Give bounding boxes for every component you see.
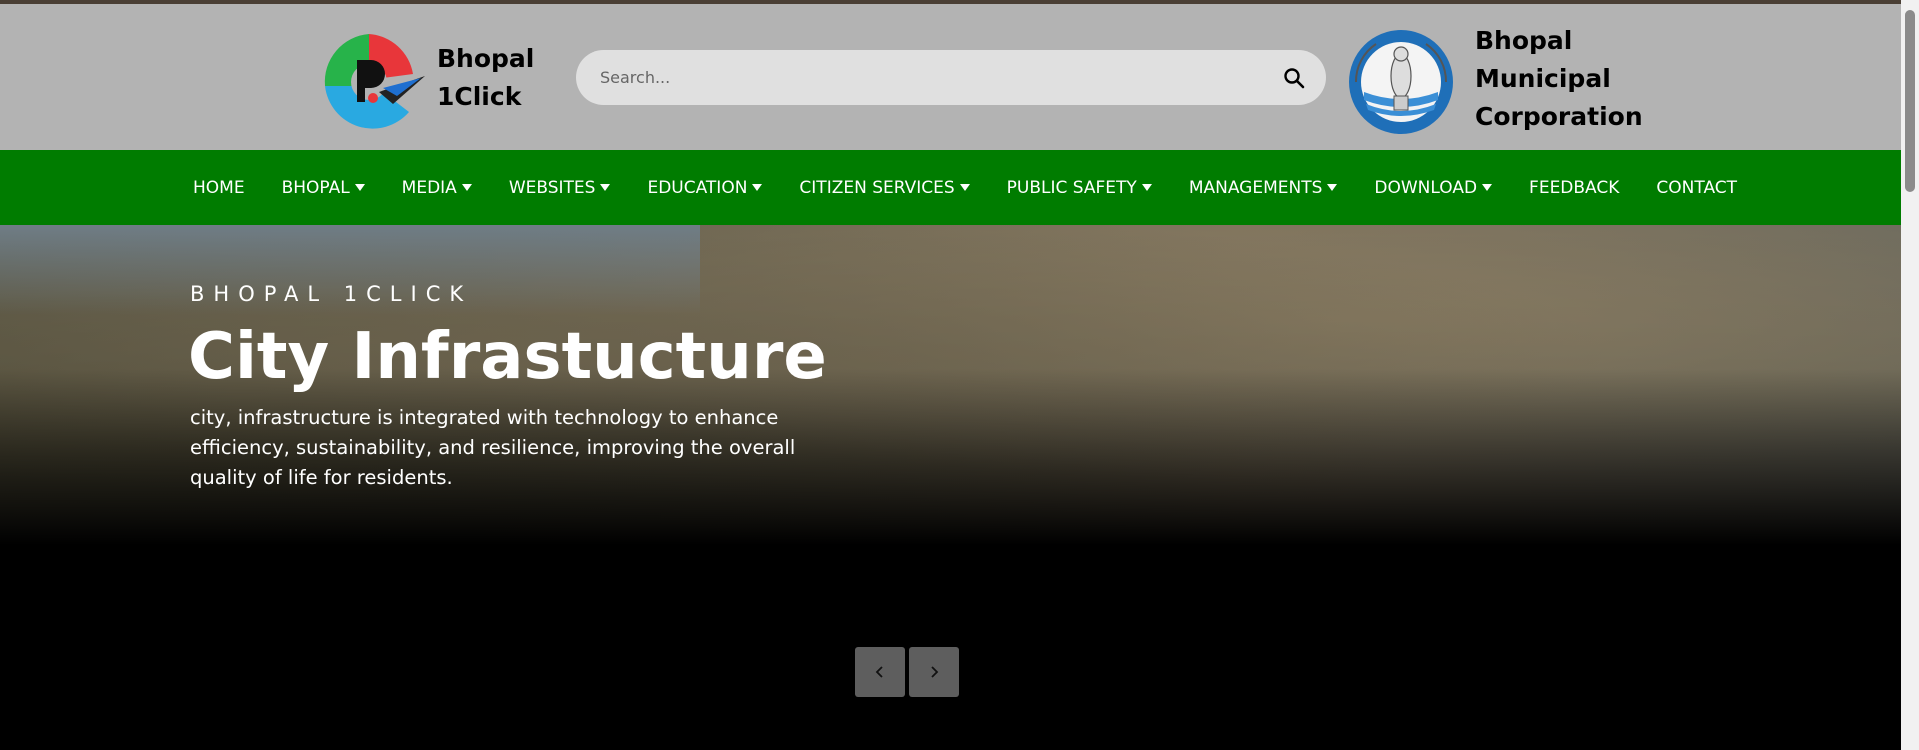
page-scrollbar[interactable] <box>1901 0 1919 750</box>
brand-left-line2: 1Click <box>437 82 522 111</box>
caret-down-icon <box>1482 184 1493 191</box>
nav-label: HOME <box>193 177 245 198</box>
nav-label: DOWNLOAD <box>1374 177 1478 198</box>
brand-right-line1: Bhopal <box>1475 26 1573 55</box>
nav-item-media[interactable]: MEDIA <box>402 178 472 198</box>
nav-label: EDUCATION <box>647 177 748 198</box>
nav-label: MANAGEMENTS <box>1188 177 1323 198</box>
hero-title: City Infrastucture <box>188 320 827 394</box>
hero-description: city, infrastructure is integrated with … <box>190 406 796 489</box>
bhopal-1click-logo[interactable] <box>309 26 429 138</box>
nav-label: BHOPAL <box>281 177 350 198</box>
main-navigation: HOME BHOPAL MEDIA WEBSITES EDUCATION CIT… <box>0 150 1901 225</box>
caret-down-icon <box>354 184 365 191</box>
slider-prev-button[interactable] <box>855 647 905 697</box>
hero-slider: BHOPAL 1CLICK City Infrastucture city, i… <box>0 225 1901 750</box>
slider-next-button[interactable] <box>909 647 959 697</box>
caret-down-icon <box>752 184 763 191</box>
nav-item-feedback[interactable]: FEEDBACK <box>1529 178 1619 198</box>
brand-right-line2: Municipal <box>1475 64 1611 93</box>
caret-down-icon <box>959 184 970 191</box>
search-input[interactable] <box>600 50 1250 105</box>
brand-name-left: Bhopal 1Click <box>437 40 557 116</box>
brand-right-line3: Corporation <box>1475 102 1643 131</box>
caret-down-icon <box>1327 184 1338 191</box>
hero-kicker: BHOPAL 1CLICK <box>190 282 473 306</box>
search-icon[interactable] <box>1282 66 1306 90</box>
search-bar <box>576 50 1326 105</box>
nav-label: CITIZEN SERVICES <box>799 177 955 198</box>
chevron-left-icon <box>875 666 883 678</box>
caret-down-icon <box>461 184 472 191</box>
nav-label: WEBSITES <box>508 177 596 198</box>
caret-down-icon <box>600 184 611 191</box>
nav-item-citizen-services[interactable]: CITIZEN SERVICES <box>799 177 970 198</box>
nav-label: MEDIA <box>401 177 457 198</box>
nav-label: PUBLIC SAFETY <box>1006 177 1137 198</box>
nav-item-home[interactable]: HOME <box>193 178 245 198</box>
nav-item-bhopal[interactable]: BHOPAL <box>282 178 365 198</box>
municipal-corporation-emblem[interactable] <box>1346 26 1456 138</box>
nav-item-download[interactable]: DOWNLOAD <box>1374 177 1493 198</box>
caret-down-icon <box>1141 184 1152 191</box>
site-header: Bhopal 1Click Bhopal Municipal Corporati… <box>0 4 1901 150</box>
nav-item-managements[interactable]: MANAGEMENTS <box>1189 178 1338 198</box>
nav-item-contact[interactable]: CONTACT <box>1656 178 1737 198</box>
brand-name-right: Bhopal Municipal Corporation <box>1475 22 1675 136</box>
nav-item-websites[interactable]: WEBSITES <box>509 178 611 198</box>
nav-menu: HOME BHOPAL MEDIA WEBSITES EDUCATION CIT… <box>193 150 1774 225</box>
nav-item-public-safety[interactable]: PUBLIC SAFETY <box>1007 178 1152 198</box>
chevron-right-icon <box>931 666 939 678</box>
nav-label: FEEDBACK <box>1529 177 1620 198</box>
nav-label: CONTACT <box>1656 177 1738 198</box>
scrollbar-thumb[interactable] <box>1905 10 1915 192</box>
nav-item-education[interactable]: EDUCATION <box>647 177 763 198</box>
brand-left-line1: Bhopal <box>437 44 535 73</box>
